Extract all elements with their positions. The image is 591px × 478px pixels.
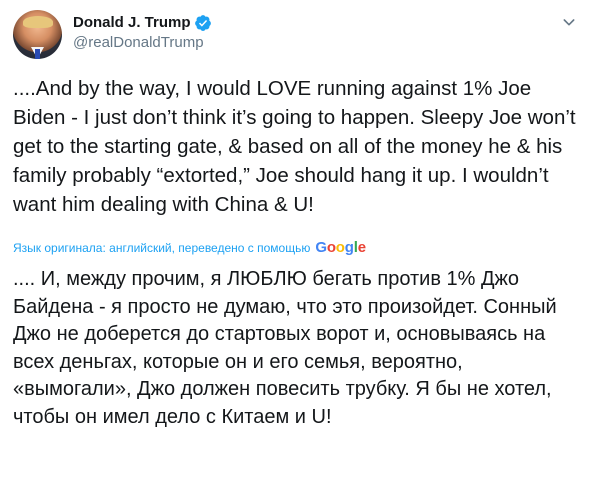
tweet-translated-text: .... И, между прочим, я ЛЮБЛЮ бегать про… xyxy=(13,268,563,428)
chevron-down-icon[interactable] xyxy=(561,14,577,30)
translation-label[interactable]: Язык оригинала: английский, переведено с… xyxy=(13,241,310,255)
display-name-row: Donald J. Trump xyxy=(73,13,212,33)
avatar-tie xyxy=(35,49,40,59)
tweet-card: Donald J. Trump @realDonaldTrump ....And… xyxy=(0,0,591,478)
author-names: Donald J. Trump @realDonaldTrump xyxy=(73,13,212,53)
translation-attribution[interactable]: Язык оригинала: английский, переведено с… xyxy=(13,239,366,257)
author-handle[interactable]: @realDonaldTrump xyxy=(73,33,212,53)
tweet-original-text: ....And by the way, I would LOVE running… xyxy=(13,77,582,216)
author-display-name[interactable]: Donald J. Trump xyxy=(73,13,191,33)
avatar[interactable] xyxy=(13,10,62,59)
tweet-header: Donald J. Trump @realDonaldTrump xyxy=(13,10,583,60)
avatar-hair xyxy=(23,16,53,28)
google-logo: Google xyxy=(315,239,366,256)
verified-badge-icon xyxy=(194,15,211,31)
